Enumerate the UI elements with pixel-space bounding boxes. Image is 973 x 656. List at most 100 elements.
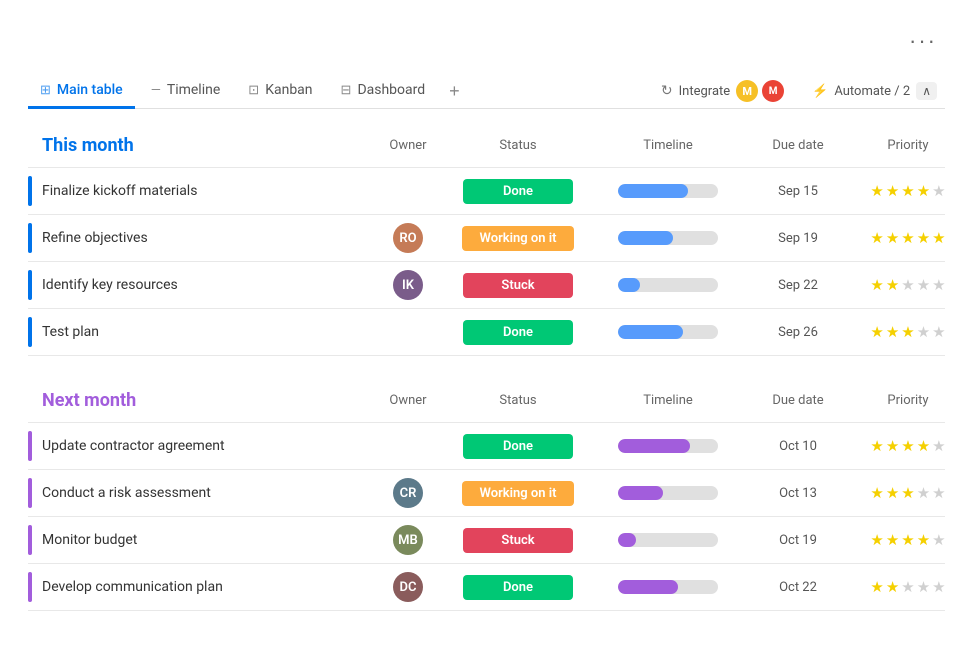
status-badge[interactable]: Working on it xyxy=(462,226,575,251)
integrate-avatars: M M xyxy=(736,80,784,102)
status-cell[interactable]: Working on it xyxy=(448,473,588,514)
col-owner: Owner xyxy=(368,393,448,408)
section-stripe xyxy=(28,525,32,555)
star-filled: ★ xyxy=(917,531,930,549)
due-date-cell: Sep 26 xyxy=(748,317,848,348)
table-row: Identify key resources IK Stuck Sep 22 ★… xyxy=(28,261,945,308)
col-due-date: Due date xyxy=(748,393,848,408)
star-empty: ★ xyxy=(932,578,945,596)
timeline-cell xyxy=(588,270,748,300)
kanban-icon: ⊡ xyxy=(248,83,259,98)
table-row: Test plan Done Sep 26 ★★★★★ xyxy=(28,308,945,356)
star-filled: ★ xyxy=(886,484,899,502)
star-filled: ★ xyxy=(870,437,883,455)
status-cell[interactable]: Done xyxy=(448,171,588,212)
star-filled: ★ xyxy=(886,578,899,596)
status-badge[interactable]: Stuck xyxy=(463,273,573,298)
owner-cell: IK xyxy=(368,262,448,308)
owner-avatar: DC xyxy=(393,572,423,602)
star-filled: ★ xyxy=(886,437,899,455)
add-col-header-cell: + xyxy=(968,388,973,412)
star-filled: ★ xyxy=(901,323,914,341)
table-row: Conduct a risk assessment CR Working on … xyxy=(28,469,945,516)
timeline-cell xyxy=(588,572,748,602)
timeline-bar-fill xyxy=(618,278,640,292)
tab-main-table[interactable]: ⊞ Main table xyxy=(28,74,135,109)
tab-kanban-label: Kanban xyxy=(265,82,312,98)
star-filled: ★ xyxy=(901,182,914,200)
add-col-header-cell: + xyxy=(968,133,973,157)
status-badge[interactable]: Done xyxy=(463,434,573,459)
tab-dashboard[interactable]: ⊟ Dashboard xyxy=(329,74,438,109)
more-options-button[interactable]: ··· xyxy=(901,24,945,58)
star-filled: ★ xyxy=(886,276,899,294)
star-empty: ★ xyxy=(901,276,914,294)
priority-cell: ★★★★★ xyxy=(848,174,968,208)
col-priority: Priority xyxy=(848,393,968,408)
status-badge[interactable]: Done xyxy=(463,575,573,600)
timeline-cell xyxy=(588,478,748,508)
status-badge[interactable]: Stuck xyxy=(463,528,573,553)
col-priority: Priority xyxy=(848,138,968,153)
owner-cell xyxy=(368,324,448,340)
automate-action[interactable]: ⚡ Automate / 2 ∧ xyxy=(804,78,945,104)
owner-avatar: RO xyxy=(393,223,423,253)
status-badge[interactable]: Working on it xyxy=(462,481,575,506)
table-icon: ⊞ xyxy=(40,83,51,98)
status-cell[interactable]: Done xyxy=(448,567,588,608)
star-filled: ★ xyxy=(870,531,883,549)
add-col-cell xyxy=(968,485,973,501)
status-cell[interactable]: Stuck xyxy=(448,265,588,306)
integrate-label: Integrate xyxy=(679,84,731,99)
due-date-cell: Sep 19 xyxy=(748,223,848,254)
timeline-bar-fill xyxy=(618,533,636,547)
section-stripe xyxy=(28,317,32,347)
col-timeline: Timeline xyxy=(588,393,748,408)
add-tab-button[interactable]: + xyxy=(441,75,468,108)
status-cell[interactable]: Working on it xyxy=(448,218,588,259)
add-col-cell xyxy=(968,277,973,293)
dashboard-icon: ⊟ xyxy=(341,83,352,98)
star-filled: ★ xyxy=(901,484,914,502)
tab-kanban[interactable]: ⊡ Kanban xyxy=(236,74,324,109)
timeline-bar-bg xyxy=(618,439,718,453)
star-filled: ★ xyxy=(901,437,914,455)
add-col-cell xyxy=(968,438,973,454)
star-filled: ★ xyxy=(870,578,883,596)
star-empty: ★ xyxy=(901,578,914,596)
integrate-action[interactable]: ↻ Integrate M M xyxy=(653,76,792,106)
task-name: Test plan xyxy=(42,324,99,340)
table-row: Finalize kickoff materials Done Sep 15 ★… xyxy=(28,167,945,214)
owner-cell: RO xyxy=(368,215,448,261)
star-filled: ★ xyxy=(917,437,930,455)
status-badge[interactable]: Done xyxy=(463,179,573,204)
due-date-cell: Oct 13 xyxy=(748,478,848,509)
tab-main-table-label: Main table xyxy=(57,82,123,98)
owner-avatar: CR xyxy=(393,478,423,508)
status-cell[interactable]: Done xyxy=(448,426,588,467)
timeline-cell xyxy=(588,317,748,347)
star-filled: ★ xyxy=(870,229,883,247)
due-date-cell: Sep 15 xyxy=(748,176,848,207)
star-filled: ★ xyxy=(917,229,930,247)
status-cell[interactable]: Stuck xyxy=(448,520,588,561)
priority-cell: ★★★★★ xyxy=(848,570,968,604)
status-badge[interactable]: Done xyxy=(463,320,573,345)
priority-cell: ★★★★★ xyxy=(848,221,968,255)
section-stripe xyxy=(28,478,32,508)
star-empty: ★ xyxy=(932,182,945,200)
timeline-bar-bg xyxy=(618,278,718,292)
owner-avatar: IK xyxy=(393,270,423,300)
monday-avatar: M xyxy=(736,80,758,102)
collapse-button[interactable]: ∧ xyxy=(916,82,937,100)
tab-timeline[interactable]: — Timeline xyxy=(139,74,233,109)
status-cell[interactable]: Done xyxy=(448,312,588,353)
table-row: Refine objectives RO Working on it Sep 1… xyxy=(28,214,945,261)
nav-right: ↻ Integrate M M ⚡ Automate / 2 ∧ xyxy=(653,76,945,106)
col-owner: Owner xyxy=(368,138,448,153)
star-empty: ★ xyxy=(932,531,945,549)
task-name: Monitor budget xyxy=(42,532,137,548)
col-status: Status xyxy=(448,138,588,153)
star-empty: ★ xyxy=(917,323,930,341)
section-stripe xyxy=(28,431,32,461)
